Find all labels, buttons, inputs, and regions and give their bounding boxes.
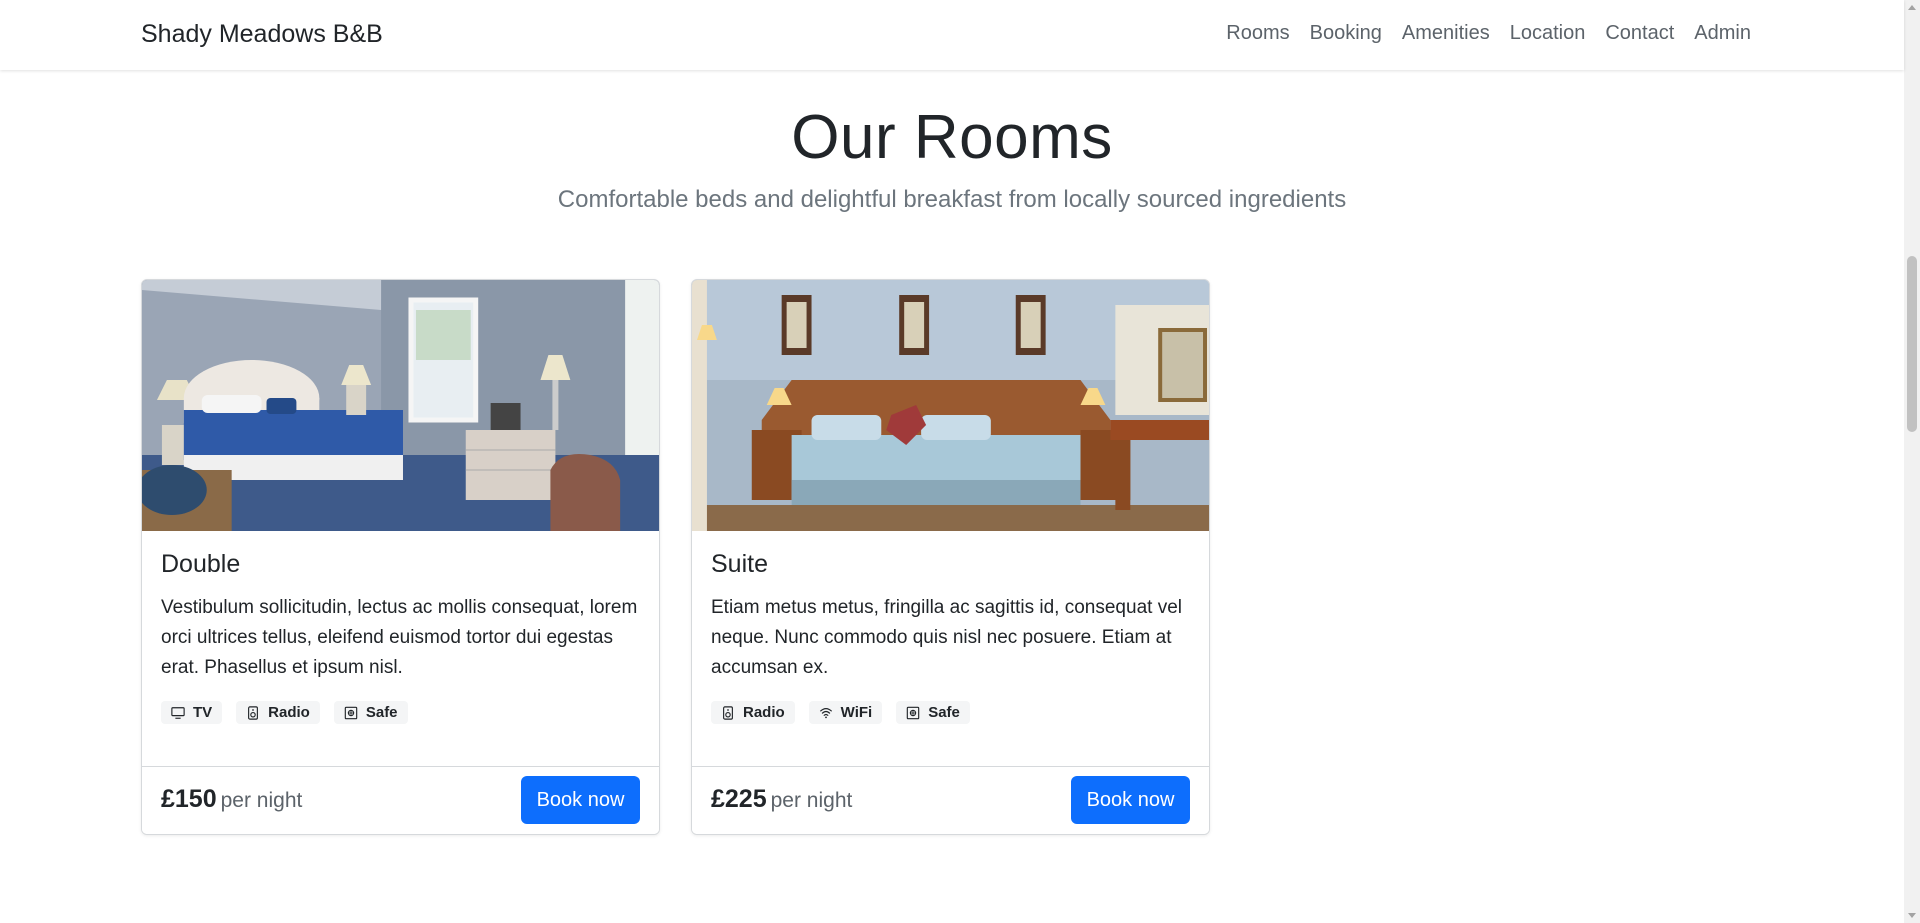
nav-link-admin[interactable]: Admin: [1694, 22, 1751, 45]
wifi-icon: [819, 707, 832, 718]
nav-link-amenities[interactable]: Amenities: [1402, 22, 1490, 45]
room-description: Vestibulum sollicitudin, lectus ac molli…: [161, 597, 638, 678]
room-price: £225 per night: [711, 785, 853, 813]
room-name: Suite: [711, 550, 768, 578]
book-now-button[interactable]: Book now: [521, 776, 640, 824]
scroll-down-arrow-icon[interactable]: [1908, 913, 1916, 918]
brand-link[interactable]: Shady Meadows B&B: [141, 20, 383, 49]
room-card-suite: Suite Etiam metus metus, fringilla ac sa…: [691, 279, 1210, 835]
scroll-up-arrow-icon[interactable]: [1908, 5, 1916, 10]
nav-link-contact[interactable]: Contact: [1605, 22, 1674, 45]
navbar: Shady Meadows B&B Rooms Booking Amenitie…: [0, 0, 1904, 70]
feature-badge: Safe: [896, 701, 970, 724]
book-now-button[interactable]: Book now: [1071, 776, 1190, 824]
room-card-footer: £225 per night Book now: [692, 766, 1209, 834]
room-card-body: Double Vestibulum sollicitudin, lectus a…: [161, 550, 640, 724]
feature-badge: TV: [161, 701, 223, 724]
room-description: Etiam metus metus, fringilla ac sagittis…: [711, 597, 1182, 678]
radio-icon: [723, 705, 733, 720]
nav-link-booking[interactable]: Booking: [1310, 22, 1382, 45]
room-features: Radio WiFi Safe: [711, 701, 1190, 724]
room-name: Double: [161, 550, 241, 578]
room-card-double: Double Vestibulum sollicitudin, lectus a…: [141, 279, 660, 835]
room-card-body: Suite Etiam metus metus, fringilla ac sa…: [711, 550, 1190, 724]
room-price: £150 per night: [161, 785, 303, 813]
page-subtitle: Comfortable beds and delightful breakfas…: [557, 186, 1347, 213]
nav-link-rooms[interactable]: Rooms: [1226, 22, 1289, 45]
feature-badge: WiFi: [808, 701, 883, 724]
room-image-suite: [692, 280, 1209, 531]
feature-badge: Radio: [711, 701, 795, 724]
nav-links: Rooms Booking Amenities Location Contact…: [1226, 22, 1751, 45]
room-card-footer: £150 per night Book now: [142, 766, 659, 834]
page-scrollbar[interactable]: [1904, 0, 1920, 923]
room-image-double: [142, 280, 659, 531]
safe-icon: [344, 706, 358, 719]
page-title: Our Rooms: [791, 103, 1113, 172]
nav-link-location[interactable]: Location: [1510, 22, 1586, 45]
room-features: TV Radio Safe: [161, 701, 640, 724]
feature-badge: Safe: [333, 701, 408, 724]
tv-icon: [171, 706, 185, 719]
radio-icon: [248, 705, 259, 720]
scroll-thumb[interactable]: [1907, 256, 1917, 432]
feature-badge: Radio: [236, 701, 320, 724]
safe-icon: [906, 706, 920, 719]
